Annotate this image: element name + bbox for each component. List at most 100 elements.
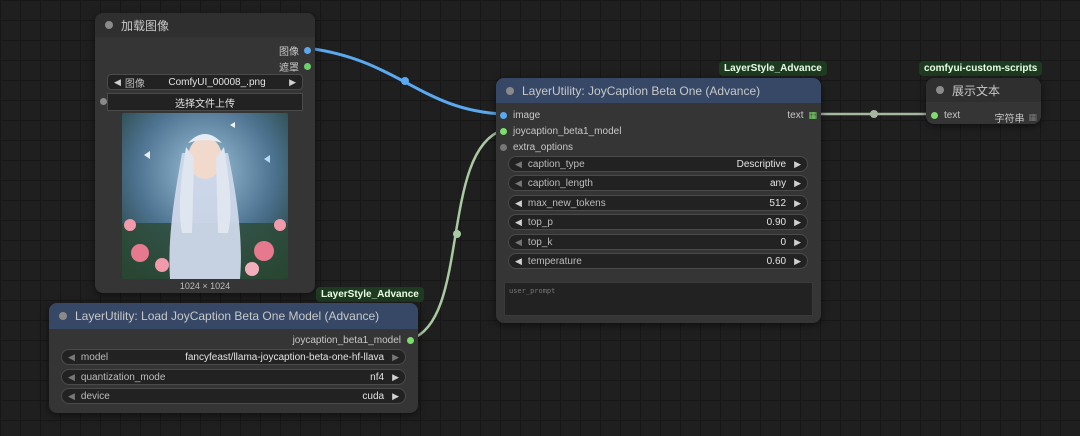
output-model-label: joycaption_beta1_model [292,335,401,346]
input-image-slot[interactable]: image [500,110,540,121]
caption-type-value: Descriptive [736,158,787,170]
collapse-dot-icon[interactable] [105,21,113,29]
input-text-label: text [944,110,961,121]
output-image-label: 图像 [279,47,299,58]
input-model-label: joycaption_beta1_model [513,126,622,137]
model-slot-dot-icon[interactable] [500,128,507,135]
max-new-tokens-label: max_new_tokens [527,197,606,209]
model-slot-dot-icon[interactable] [407,337,414,344]
device-select[interactable]: ◀ device cuda ▶ [61,388,406,404]
input-extra-options-label: extra_options [513,142,574,153]
output-mask-slot[interactable]: 遮罩 [279,59,311,74]
right-arrow-icon[interactable]: ▶ [794,237,801,248]
output-text-slot[interactable]: text ▦ [787,110,817,121]
model-select[interactable]: ◀ model fancyfeast/llama-joycaption-beta… [61,349,406,365]
max-new-tokens-value: 512 [769,197,787,209]
left-arrow-icon[interactable]: ◀ [515,178,522,189]
image-wire [306,46,504,116]
show-text-header[interactable]: 展示文本 [926,78,1041,102]
load-image-node[interactable]: 加载图像 图像 遮罩 ◀ 图像 ComfyUI_00008_.png ▶ 选择文… [95,13,315,293]
caption-length-label: caption_length [527,177,593,189]
image-file-select[interactable]: ◀ 图像 ComfyUI_00008_.png ▶ [107,74,303,90]
temperature-label: temperature [527,255,582,267]
device-value: cuda [362,390,385,402]
preview-picture [122,113,288,279]
image-slot-dot-icon[interactable] [500,112,507,119]
show-text-badge: comfyui-custom-scripts [919,61,1043,76]
device-label: device [80,390,110,402]
text-slot-dot-icon[interactable] [931,112,938,119]
extra-options-slot-dot-icon[interactable] [500,144,507,151]
right-arrow-icon[interactable]: ▶ [794,159,801,170]
collapse-dot-icon[interactable] [936,86,944,94]
input-text-slot[interactable]: text [931,110,960,121]
left-arrow-icon[interactable]: ◀ [68,391,75,402]
type-label: 字符串 [994,114,1025,125]
left-arrow-icon[interactable]: ◀ [515,256,522,267]
output-model-slot[interactable]: joycaption_beta1_model [293,335,414,346]
temperature-value: 0.60 [766,255,787,267]
left-arrow-icon[interactable]: ◀ [68,352,75,363]
grid-icon: ▦ [1028,112,1037,122]
output-text-label: text [787,110,804,121]
top-p-label: top_p [527,216,553,228]
collapse-dot-icon[interactable] [506,86,514,95]
image-slot-dot-icon[interactable] [304,47,311,54]
type-indicator: 字符串 ▦ [994,110,1037,125]
joycaption-header[interactable]: LayerUtility: JoyCaption Beta One (Advan… [496,78,821,103]
left-arrow-icon[interactable]: ◀ [114,77,121,88]
input-extra-options-slot[interactable]: extra_options [500,142,573,153]
model-select-value: fancyfeast/llama-joycaption-beta-one-hf-… [185,351,385,363]
left-arrow-icon[interactable]: ◀ [515,159,522,170]
input-model-slot[interactable]: joycaption_beta1_model [500,126,621,137]
caption-length-select[interactable]: ◀ caption_length any ▶ [508,175,808,191]
model-wire [410,128,504,341]
joycaption-badge: LayerStyle_Advance [719,61,827,76]
quantization-mode-select[interactable]: ◀ quantization_mode nf4 ▶ [61,369,406,385]
right-arrow-icon[interactable]: ▶ [289,77,296,88]
top-p-value: 0.90 [766,216,787,228]
output-image-slot[interactable]: 图像 [279,43,311,58]
right-arrow-icon[interactable]: ▶ [794,198,801,209]
input-image-label: image [513,110,541,121]
right-arrow-icon[interactable]: ▶ [794,178,801,189]
text-slot-grid-icon[interactable]: ▦ [808,110,817,121]
upload-input-dot-icon [100,98,107,105]
image-select-label: 图像 [124,78,145,90]
caption-type-label: caption_type [527,158,585,170]
upload-button[interactable]: 选择文件上传 [107,93,303,111]
mask-slot-dot-icon[interactable] [304,63,311,70]
output-mask-label: 遮罩 [279,63,299,74]
show-text-node[interactable]: 展示文本 text 字符串 ▦ [926,78,1041,125]
collapse-dot-icon[interactable] [59,312,67,320]
left-arrow-icon[interactable]: ◀ [515,198,522,209]
right-arrow-icon[interactable]: ▶ [794,217,801,228]
max-new-tokens-stepper[interactable]: ◀ max_new_tokens 512 ▶ [508,195,808,211]
top-k-label: top_k [527,236,553,248]
quantization-mode-label: quantization_mode [80,371,166,383]
right-arrow-icon[interactable]: ▶ [392,372,399,383]
show-text-title: 展示文本 [952,83,1001,98]
model-wire-midpoint [453,230,461,238]
left-arrow-icon[interactable]: ◀ [68,372,75,383]
load-image-header[interactable]: 加载图像 [95,13,315,37]
text-wire-midpoint [870,110,878,118]
caption-length-value: any [769,177,787,189]
user-prompt-textarea[interactable]: user_prompt [504,282,813,316]
image-preview [122,113,288,279]
right-arrow-icon[interactable]: ▶ [392,352,399,363]
left-arrow-icon[interactable]: ◀ [515,237,522,248]
left-arrow-icon[interactable]: ◀ [515,217,522,228]
top-k-stepper[interactable]: ◀ top_k 0 ▶ [508,234,808,250]
load-model-badge: LayerStyle_Advance [316,287,424,302]
joycaption-node[interactable]: LayerUtility: JoyCaption Beta One (Advan… [496,78,821,323]
load-image-title: 加载图像 [121,18,170,33]
right-arrow-icon[interactable]: ▶ [794,256,801,267]
temperature-stepper[interactable]: ◀ temperature 0.60 ▶ [508,253,808,269]
load-model-node[interactable]: LayerUtility: Load JoyCaption Beta One M… [49,303,418,413]
right-arrow-icon[interactable]: ▶ [392,391,399,402]
top-p-stepper[interactable]: ◀ top_p 0.90 ▶ [508,214,808,230]
load-model-header[interactable]: LayerUtility: Load JoyCaption Beta One M… [49,303,418,329]
caption-type-select[interactable]: ◀ caption_type Descriptive ▶ [508,156,808,172]
model-select-label: model [80,351,109,363]
